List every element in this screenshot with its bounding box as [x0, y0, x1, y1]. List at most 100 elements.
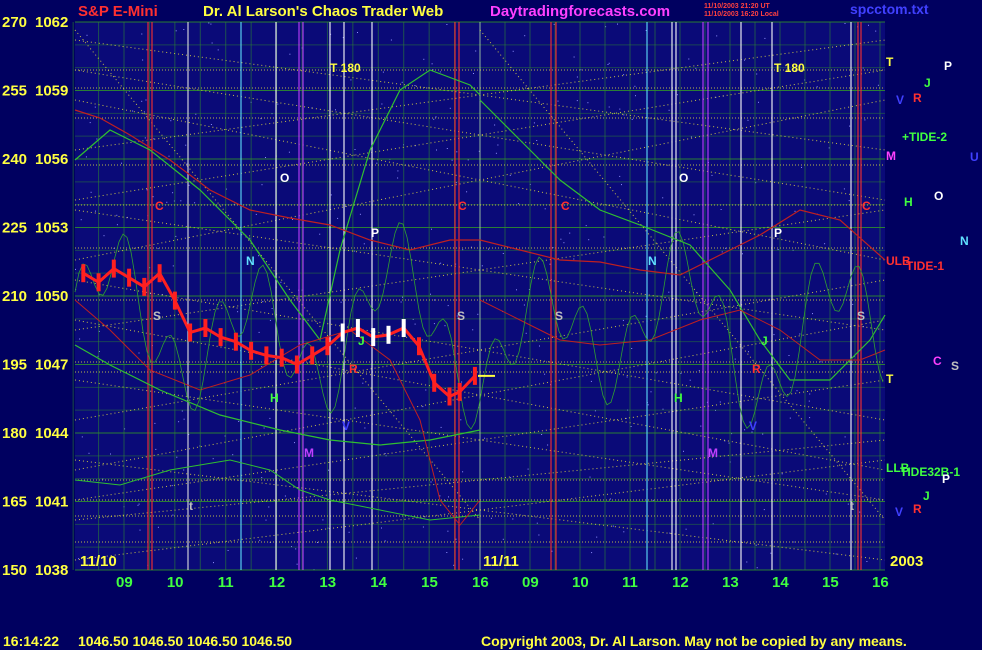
star	[382, 71, 384, 73]
star	[381, 527, 382, 529]
price-candle	[233, 332, 238, 351]
star	[589, 476, 591, 478]
star	[155, 448, 157, 450]
event-marker: H	[270, 391, 279, 405]
star	[166, 201, 168, 203]
star	[138, 503, 140, 505]
right-panel-marker: M	[886, 149, 896, 163]
star	[319, 233, 321, 235]
star	[139, 529, 141, 531]
star	[422, 526, 424, 528]
star	[96, 138, 98, 140]
price-candle	[172, 291, 177, 310]
star	[456, 151, 458, 153]
event-marker: S	[457, 309, 465, 323]
star	[172, 265, 174, 267]
event-marker: t	[189, 499, 193, 513]
star	[596, 536, 598, 538]
star	[812, 313, 813, 315]
star	[81, 436, 83, 438]
star	[466, 191, 468, 193]
event-marker: C	[561, 199, 570, 213]
star	[175, 235, 177, 237]
star	[195, 113, 197, 115]
star	[563, 242, 565, 244]
star	[864, 119, 866, 121]
star	[397, 170, 399, 172]
y-right-tick: 1044	[35, 425, 69, 442]
star	[213, 562, 214, 564]
star	[539, 345, 540, 347]
year-label: 2003	[890, 553, 923, 570]
star	[208, 22, 210, 24]
star	[289, 53, 291, 55]
star	[631, 348, 633, 349]
star	[157, 248, 159, 250]
star	[608, 106, 610, 108]
price-candle	[157, 264, 162, 283]
star	[524, 35, 526, 37]
star	[423, 58, 425, 60]
star	[868, 24, 869, 26]
star	[85, 156, 87, 158]
star	[744, 429, 746, 431]
star	[449, 107, 451, 109]
star	[835, 553, 837, 555]
star	[590, 380, 592, 382]
star	[425, 389, 427, 391]
star	[844, 23, 846, 24]
star	[612, 525, 614, 527]
event-marker: t	[850, 499, 854, 513]
star	[734, 358, 736, 360]
star	[446, 148, 448, 149]
star	[175, 30, 177, 32]
event-marker: C	[458, 199, 467, 213]
price-candle	[188, 323, 193, 342]
star	[668, 109, 670, 111]
y-right-tick: 1038	[35, 562, 68, 579]
star	[296, 563, 298, 565]
star	[576, 100, 578, 102]
right-panel-marker: TIDE-1	[906, 259, 944, 273]
star	[816, 86, 818, 88]
star	[796, 390, 798, 392]
star	[576, 76, 578, 78]
event-marker: V	[342, 419, 350, 433]
star	[847, 503, 849, 505]
copyright: Copyright 2003, Dr. Al Larson. May not b…	[481, 633, 907, 649]
site-url[interactable]: Daytradingforecasts.com	[490, 3, 670, 20]
star	[844, 436, 846, 438]
right-panel-marker: P	[944, 59, 952, 73]
instrument-title: S&P E-Mini	[78, 3, 158, 20]
star	[401, 81, 403, 83]
y-right-tick: 1059	[35, 83, 68, 100]
star	[820, 361, 822, 363]
star	[436, 149, 437, 151]
star	[809, 417, 811, 419]
star	[255, 213, 257, 215]
star	[609, 498, 611, 500]
footer-time: 16:14:22	[3, 633, 59, 649]
x-tick-day1: 15	[421, 574, 438, 591]
x-tick-day2: 15	[822, 574, 839, 591]
star	[877, 84, 879, 86]
star	[788, 355, 790, 356]
star	[859, 511, 861, 513]
star	[711, 174, 713, 176]
star	[211, 42, 213, 44]
star	[137, 504, 139, 506]
star	[635, 95, 636, 97]
star	[630, 426, 632, 427]
star	[295, 548, 297, 550]
star	[467, 159, 469, 161]
star	[381, 103, 383, 105]
star	[669, 532, 671, 534]
star	[793, 541, 795, 543]
star	[825, 493, 827, 495]
star	[132, 110, 134, 112]
star	[269, 417, 271, 419]
star	[265, 519, 267, 521]
star	[414, 323, 416, 325]
star	[237, 311, 239, 313]
x-tick-day1: 09	[116, 574, 133, 591]
